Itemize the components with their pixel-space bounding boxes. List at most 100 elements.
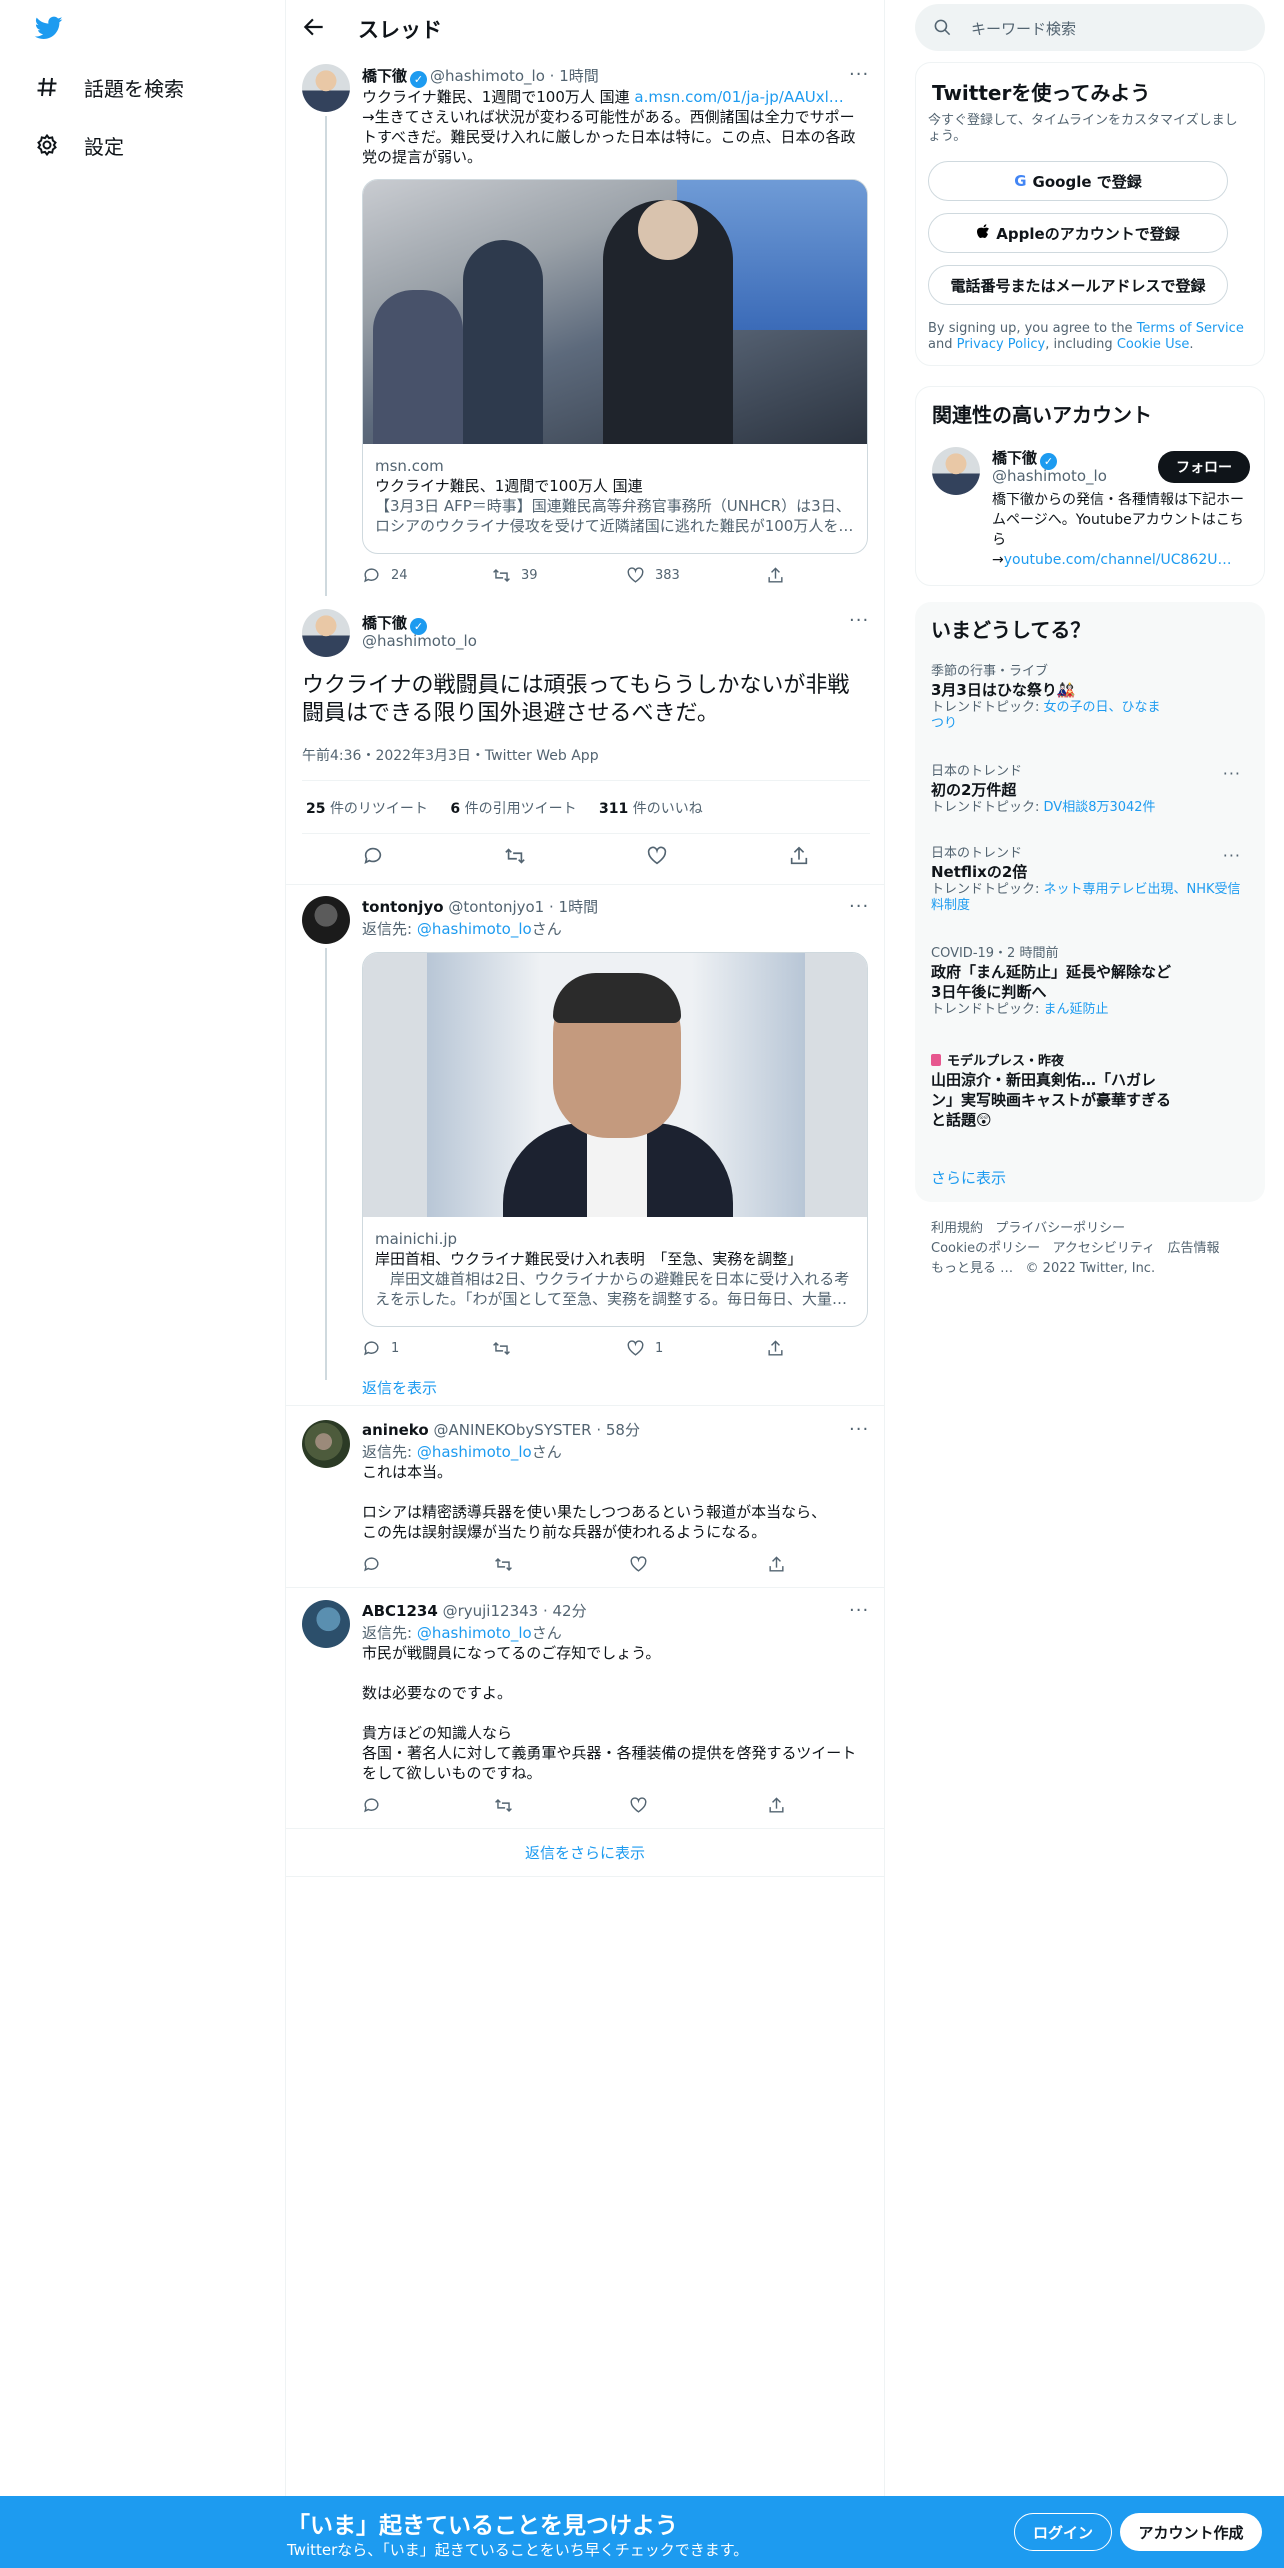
footer-link[interactable]: Cookieのポリシー (931, 1241, 1040, 1256)
avatar[interactable] (302, 896, 350, 944)
engagement-stats: 25 件のリツイート 6 件の引用ツイート 311 件のいいね (306, 798, 703, 818)
author-handle[interactable]: @ANINEKObySYSTER (433, 1421, 591, 1439)
trend-item[interactable]: モデルプレス・昨夜 山田涼介・新田真剣佑…「ハガレン」実写映画キャストが豪華すぎ… (931, 1054, 1251, 1130)
like-button[interactable]: 383 (626, 566, 766, 585)
show-more-trends-link[interactable]: さらに表示 (931, 1167, 1006, 1188)
reply-button[interactable] (362, 845, 384, 867)
footer-link[interactable]: 広告情報 (1168, 1241, 1220, 1256)
author-handle[interactable]: @ryuji12343 (443, 1602, 539, 1620)
terms-link[interactable]: Terms of Service (1137, 321, 1244, 336)
reply-button[interactable]: 1 (362, 1339, 492, 1358)
share-button[interactable] (788, 845, 810, 867)
footer-link[interactable]: 利用規約 (931, 1221, 983, 1236)
avatar[interactable] (302, 1600, 350, 1648)
link-card[interactable]: msn.com ウクライナ難民、1週間で100万人 国連 【3月3日 AFP＝時… (362, 179, 868, 554)
footer-link[interactable]: プライバシーポリシー (995, 1221, 1125, 1236)
more-icon[interactable]: ··· (849, 898, 869, 922)
like-button[interactable] (629, 1796, 767, 1815)
mention-link[interactable]: @hashimoto_lo (417, 1624, 532, 1642)
twitter-logo-icon[interactable] (33, 14, 65, 42)
mention-link[interactable]: @hashimoto_lo (417, 1443, 532, 1461)
signup-subtitle: 今すぐ登録して、タイムラインをカスタマイズしましょう。 (928, 113, 1238, 144)
share-button[interactable] (767, 1796, 786, 1815)
author-handle[interactable]: @tontonjyo1 (448, 898, 544, 916)
trend-item[interactable]: COVID-19・2 時間前 政府「まん延防止」延長や解除など3日午後に判断へ … (931, 946, 1251, 1018)
author-name[interactable]: 橋下徹 (362, 614, 407, 632)
account-name[interactable]: 橋下徹 (992, 449, 1037, 467)
google-signup-button[interactable]: G Google で登録 (928, 161, 1228, 201)
show-more-replies-link[interactable]: 返信をさらに表示 (286, 1842, 884, 1863)
follow-button[interactable]: フォロー (1158, 451, 1250, 483)
avatar[interactable] (302, 1420, 350, 1468)
footer-link[interactable]: アクセシビリティ (1053, 1241, 1156, 1256)
tweet-link[interactable]: a.msn.com/01/ja-jp/AAUxl… (634, 88, 843, 106)
thread-line (325, 948, 327, 1380)
bio-link[interactable]: youtube.com/channel/UC862U… (1004, 552, 1232, 568)
card-title: 岸田首相、ウクライナ難民受け入れ表明 「至急、実務を調整」 (375, 1250, 803, 1268)
avatar[interactable] (302, 609, 350, 657)
show-replies-link[interactable]: 返信を表示 (362, 1377, 437, 1398)
avatar[interactable] (302, 64, 350, 112)
search-box[interactable]: キーワード検索 (915, 4, 1265, 51)
tweet-time[interactable]: 1時間 (559, 67, 599, 85)
author-name[interactable]: tontonjyo (362, 898, 444, 916)
tweet-time[interactable]: 42分 (553, 1602, 587, 1620)
share-button[interactable] (766, 566, 785, 585)
likes-stat[interactable]: 311 件のいいね (599, 801, 703, 817)
more-icon[interactable]: ··· (849, 1421, 869, 1445)
quotes-stat[interactable]: 6 件の引用ツイート (450, 801, 576, 817)
retweet-button[interactable] (494, 1555, 629, 1574)
privacy-link[interactable]: Privacy Policy (957, 337, 1046, 352)
nav-settings[interactable]: 設定 (34, 125, 124, 165)
retweets-stat[interactable]: 25 件のリツイート (306, 801, 428, 817)
reply-button[interactable] (362, 1796, 494, 1815)
card-image (363, 180, 867, 444)
like-button[interactable] (629, 1555, 767, 1574)
avatar[interactable] (932, 447, 980, 495)
more-icon[interactable]: ··· (1223, 764, 1241, 783)
account-handle[interactable]: @hashimoto_lo (992, 467, 1107, 485)
more-icon[interactable]: ··· (849, 1602, 869, 1626)
retweet-icon (493, 1341, 510, 1356)
more-icon[interactable]: ··· (849, 612, 869, 636)
tweet-time[interactable]: 1時間 (559, 898, 599, 916)
tweet-time[interactable]: 58分 (606, 1421, 640, 1439)
author-name[interactable]: 橋下徹 (362, 67, 407, 85)
reply-button[interactable]: 24 (362, 566, 492, 585)
nav-explore[interactable]: 話題を検索 (34, 67, 184, 107)
login-button[interactable]: ログイン (1014, 2513, 1112, 2551)
heart-icon (627, 567, 644, 583)
more-icon[interactable]: ··· (1223, 846, 1241, 865)
retweet-button[interactable] (494, 1796, 629, 1815)
trend-topic-link[interactable]: まん延防止 (1044, 1002, 1109, 1017)
retweet-button[interactable]: 39 (492, 566, 626, 585)
create-account-button[interactable]: アカウント作成 (1120, 2513, 1262, 2551)
signup-panel: Twitterを使ってみよう 今すぐ登録して、タイムラインをカスタマイズしましょ… (915, 62, 1265, 366)
author-name[interactable]: ABC1234 (362, 1602, 438, 1620)
verified-icon: ✓ (410, 71, 428, 88)
like-button[interactable]: 1 (626, 1339, 766, 1358)
cookie-link[interactable]: Cookie Use (1117, 337, 1190, 352)
trend-topic-link[interactable]: DV相談8万3042件 (1044, 800, 1156, 815)
trend-item[interactable]: 日本のトレンド 初の2万件超 トレンドトピック: DV相談8万3042件 ··· (931, 764, 1251, 816)
trend-item[interactable]: 日本のトレンド Netflixの2倍 トレンドトピック: ネット専用テレビ出現、… (931, 846, 1251, 914)
tweet-text-body: →生きてさえいれば状況が変わる可能性がある。西側諸国は全力でサポートすべきだ。難… (362, 108, 856, 166)
share-button[interactable] (767, 1555, 786, 1574)
trends-title: いまどうしてる？ (931, 618, 1091, 642)
author-name[interactable]: anineko (362, 1421, 429, 1439)
author-handle[interactable]: @hashimoto_lo (430, 67, 545, 85)
trend-item[interactable]: 季節の行事・ライブ 3月3日はひな祭り🎎 トレンドトピック: 女の子の日、ひなま… (931, 664, 1251, 732)
share-button[interactable] (766, 1339, 785, 1358)
footer-more-link[interactable]: もっと見る … (931, 1261, 1013, 1276)
retweet-button[interactable] (492, 1339, 626, 1358)
reply-button[interactable] (362, 1555, 494, 1574)
mention-link[interactable]: @hashimoto_lo (417, 920, 532, 938)
like-button[interactable] (646, 845, 668, 867)
phone-email-signup-button[interactable]: 電話番号またはメールアドレスで登録 (928, 265, 1228, 305)
link-card[interactable]: mainichi.jp 岸田首相、ウクライナ難民受け入れ表明 「至急、実務を調整… (362, 952, 868, 1327)
divider (286, 1587, 884, 1588)
author-handle[interactable]: @hashimoto_lo (362, 632, 477, 650)
retweet-button[interactable] (504, 845, 526, 867)
back-arrow-icon[interactable] (301, 14, 327, 40)
apple-signup-button[interactable]: Appleのアカウントで登録 (928, 213, 1228, 253)
